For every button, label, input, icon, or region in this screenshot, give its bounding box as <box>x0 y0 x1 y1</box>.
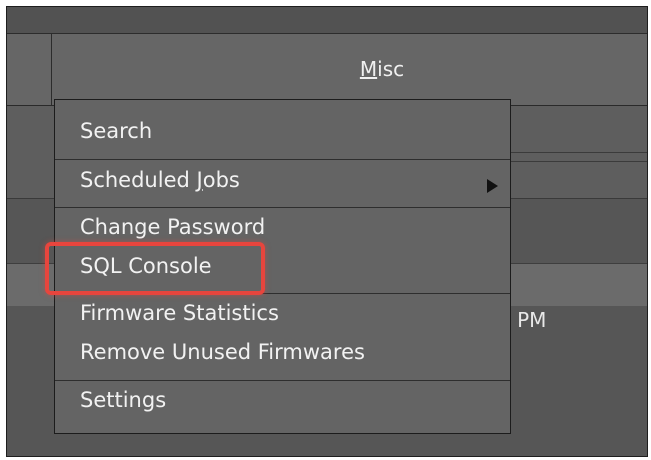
menu-item-firmware-statistics[interactable]: Firmware Statistics <box>80 301 279 325</box>
menu-item-change-password[interactable]: Change Password <box>80 215 265 239</box>
menu-separator <box>55 380 510 381</box>
menu-bar-divider <box>51 34 52 105</box>
row-divider <box>507 152 647 153</box>
menu-item-remove-unused-firmwares[interactable]: Remove Unused Firmwares <box>80 340 365 364</box>
misc-menu-button[interactable]: Misc <box>337 34 427 105</box>
scheduled-jobs-label-post: obs <box>202 168 240 192</box>
submenu-arrow-icon <box>487 179 498 193</box>
misc-label-rest: isc <box>377 57 405 81</box>
menu-item-search[interactable]: Search <box>80 119 152 143</box>
scheduled-jobs-label-pre: Scheduled <box>80 168 197 192</box>
sql-console-highlight-box <box>45 242 265 295</box>
top-strip <box>7 7 647 34</box>
menu-item-settings[interactable]: Settings <box>80 388 166 412</box>
row-divider <box>507 161 647 162</box>
menu-separator <box>55 207 510 208</box>
misc-mnemonic: M <box>359 57 378 81</box>
menu-separator <box>55 159 510 160</box>
menu-item-scheduled-jobs[interactable]: Scheduled Jobs <box>80 168 240 192</box>
menu-bar: Misc <box>7 34 647 106</box>
